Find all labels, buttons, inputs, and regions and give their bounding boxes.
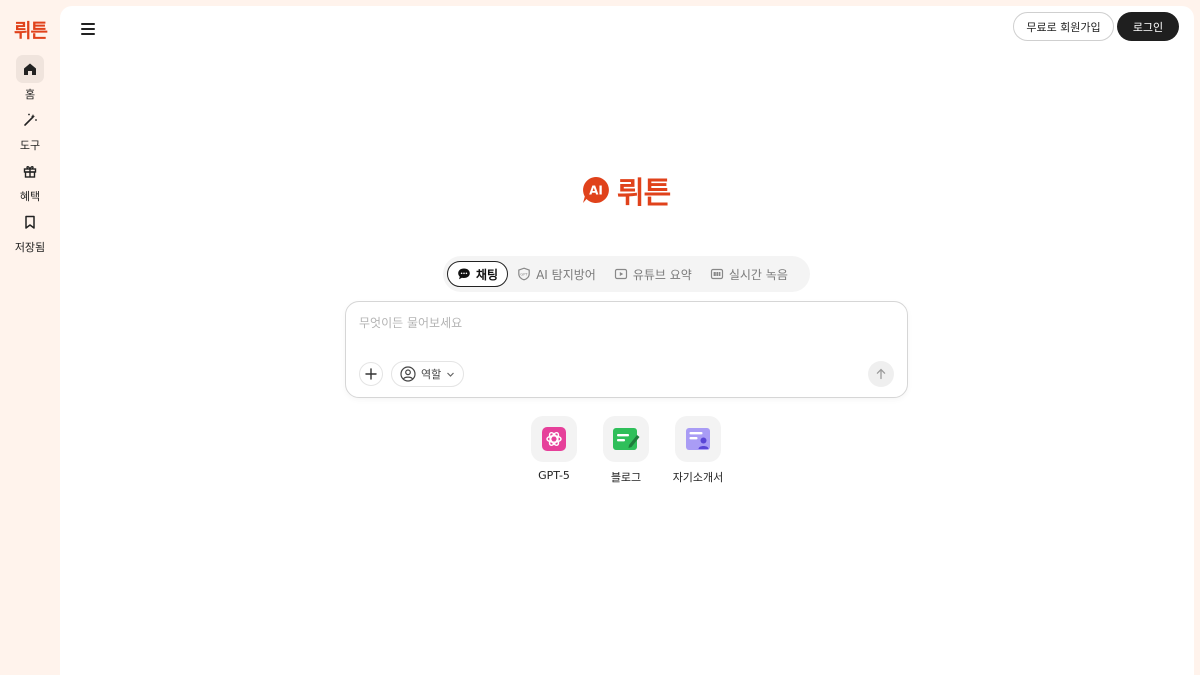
send-button[interactable] (868, 361, 894, 387)
user-circle-icon (400, 366, 416, 382)
shortcut-resume-label: 자기소개서 (672, 471, 724, 484)
rail-label-saved: 저장됨 (14, 241, 46, 254)
left-rail: 뤼튼 홈 도구 혜택 저장됨 (0, 0, 60, 675)
tab-live-recording[interactable]: 실시간 녹음 (701, 261, 797, 287)
resume-icon (686, 428, 710, 450)
attach-button[interactable] (359, 362, 383, 386)
rail-label-benefits: 혜택 (19, 190, 41, 203)
gift-icon (16, 157, 44, 185)
tab-live-recording-label: 실시간 녹음 (728, 267, 788, 282)
shortcut-gpt5[interactable]: GPT-5 (518, 416, 590, 482)
shortcut-resume[interactable]: 자기소개서 (662, 416, 734, 485)
openai-icon (542, 427, 566, 451)
ai-badge-icon: AI (583, 177, 609, 203)
login-button[interactable]: 로그인 (1117, 12, 1179, 41)
rail-item-saved[interactable]: 저장됨 (0, 208, 60, 255)
chat-input[interactable] (359, 312, 889, 334)
tab-youtube-summary-label: 유튜브 요약 (632, 267, 692, 282)
play-icon (614, 268, 627, 280)
rail-item-tools[interactable]: 도구 (0, 106, 60, 153)
rail-item-home[interactable]: 홈 (0, 55, 60, 102)
center-logo: AI 뤼튼 (581, 172, 671, 211)
chat-composer: 역할 (345, 301, 908, 398)
shortcut-blog-label: 블로그 (610, 471, 642, 484)
shortcut-gpt5-label: GPT-5 (538, 469, 570, 482)
rail-item-benefits[interactable]: 혜택 (0, 157, 60, 204)
magic-wand-icon (16, 106, 44, 134)
shield-gpt-icon: GPT (518, 267, 530, 281)
home-icon (16, 55, 44, 83)
chat-bubble-icon (458, 268, 470, 280)
main-panel: 무료로 회원가입 로그인 AI 뤼튼 채팅 GPT AI 탐지방어 유튜브 요약… (60, 6, 1194, 675)
logo-wordmark: 뤼튼 (617, 176, 671, 211)
recording-icon (710, 268, 723, 280)
brand-logo[interactable]: 뤼튼 (14, 16, 48, 43)
rail-label-tools: 도구 (19, 139, 41, 152)
plus-icon (365, 368, 377, 380)
tab-youtube-summary[interactable]: 유튜브 요약 (605, 261, 701, 287)
blog-icon (613, 428, 640, 450)
hamburger-menu-icon[interactable] (78, 18, 100, 40)
signup-button[interactable]: 무료로 회원가입 (1013, 12, 1114, 41)
arrow-up-icon (876, 368, 886, 380)
svg-text:AI: AI (589, 184, 603, 198)
tab-chat[interactable]: 채팅 (447, 261, 509, 287)
role-label: 역할 (421, 368, 442, 381)
chevron-down-icon (447, 372, 455, 377)
role-selector[interactable]: 역할 (391, 361, 465, 387)
tab-ai-detection[interactable]: GPT AI 탐지방어 (508, 261, 605, 287)
rail-label-home: 홈 (24, 88, 36, 101)
shortcut-blog[interactable]: 블로그 (590, 416, 662, 485)
tab-chat-label: 채팅 (476, 267, 499, 282)
bookmark-icon (16, 208, 44, 236)
mode-tabs: 채팅 GPT AI 탐지방어 유튜브 요약 실시간 녹음 (443, 256, 810, 292)
svg-text:GPT: GPT (521, 273, 529, 277)
tab-ai-detection-label: AI 탐지방어 (536, 267, 596, 282)
